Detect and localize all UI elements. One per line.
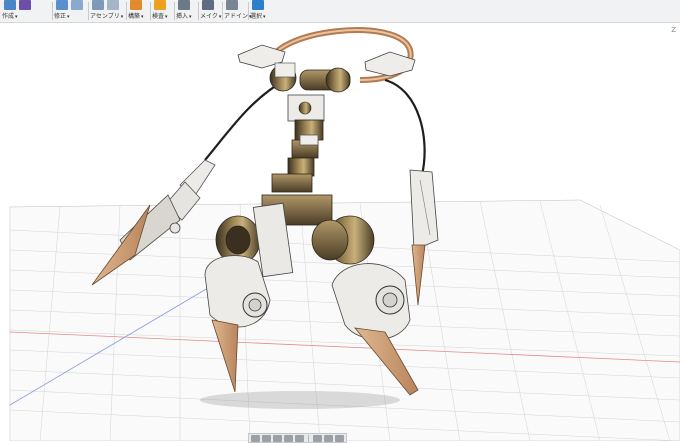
toolbar-insert-label: 挿入	[176, 13, 189, 20]
toolbar-create-label: 作成	[2, 13, 15, 20]
pan-icon[interactable]	[273, 434, 282, 442]
new-component-icon	[92, 0, 104, 10]
toolbar-group-modify[interactable]: 修正▾	[54, 0, 86, 22]
toolbar-addins-label: アドイン	[224, 13, 249, 20]
toolbar-group-addins[interactable]: アドイン▾	[224, 0, 252, 22]
scripts-addins-icon	[226, 0, 238, 10]
offset-plane-icon	[130, 0, 142, 10]
toolbar-assemble-label: アセンブリ	[90, 13, 120, 20]
grid-settings-icon[interactable]	[324, 434, 333, 442]
toolbar-construct-label: 構築	[128, 13, 141, 20]
toolbar-group-insert[interactable]: 挿入▾	[176, 0, 198, 22]
select-cursor-icon	[252, 0, 264, 10]
fillet-icon	[71, 0, 83, 10]
look-at-icon[interactable]	[262, 434, 271, 442]
toolbar-modify-label: 修正	[54, 13, 67, 20]
create-sketch-icon	[4, 0, 16, 10]
viewports-icon[interactable]	[335, 434, 344, 442]
press-pull-icon	[56, 0, 68, 10]
orbit-icon[interactable]	[251, 434, 260, 442]
toolbar-inspect-label: 検査	[152, 13, 165, 20]
toolbar-select-label: 選択	[250, 13, 263, 20]
measure-icon	[154, 0, 166, 10]
toolbar-group-assemble[interactable]: アセンブリ▾	[90, 0, 126, 22]
insert-image-icon	[178, 0, 190, 10]
create-box-icon	[19, 0, 31, 10]
joint-icon	[107, 0, 119, 10]
3d-viewport[interactable]: Z	[0, 23, 680, 441]
ribbon-toolbar: 作成▾ 修正▾ アセンブリ▾ 構築▾ 検査▾ 挿入▾ メイク▾ アドイン▾ 選択…	[0, 0, 680, 23]
model-canvas	[9, 27, 680, 441]
toolbar-make-label: メイク	[200, 13, 218, 20]
fit-icon[interactable]	[295, 434, 304, 442]
toolbar-group-select[interactable]: 選択▾	[250, 0, 272, 22]
model-shadow	[200, 391, 400, 409]
display-settings-icon[interactable]	[313, 434, 322, 442]
nav-divider	[308, 434, 309, 442]
zoom-icon[interactable]	[284, 434, 293, 442]
viewport-navigation-bar	[248, 433, 347, 443]
robot-spine	[271, 119, 324, 193]
robot-head	[269, 62, 351, 122]
3d-print-icon	[202, 0, 214, 10]
toolbar-group-construct[interactable]: 構築▾	[128, 0, 150, 22]
toolbar-group-make[interactable]: メイク▾	[200, 0, 222, 22]
toolbar-group-inspect[interactable]: 検査▾	[152, 0, 174, 22]
toolbar-group-create[interactable]: 作成▾	[2, 0, 31, 22]
